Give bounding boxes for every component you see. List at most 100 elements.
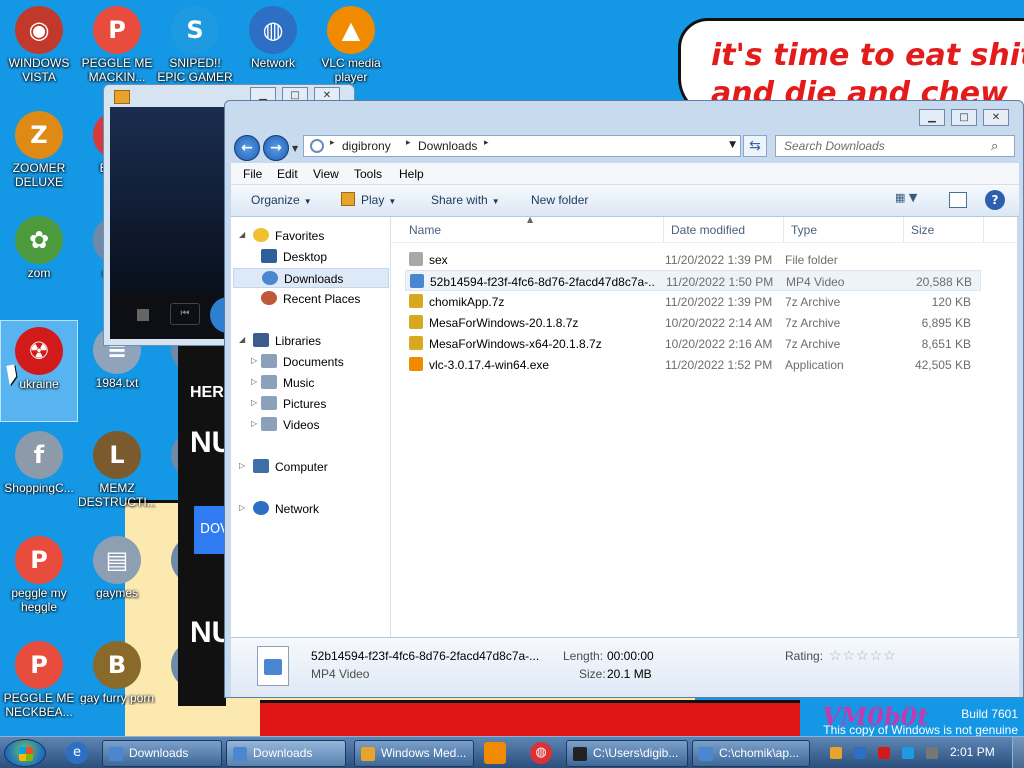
menu-file[interactable]: File (243, 167, 262, 181)
breadcrumb-separator[interactable]: ▸ (330, 138, 335, 148)
column-date-modified[interactable]: Date modified (671, 223, 745, 237)
organize-button[interactable]: Organize ▼ (251, 193, 312, 207)
share-with-button[interactable]: Share with ▼ (431, 193, 500, 207)
desktop-icon-memz[interactable]: L MEMZ DESTRUCTI... (78, 425, 156, 527)
tray-icon[interactable] (926, 747, 938, 759)
breadcrumb-digibrony[interactable]: digibrony (342, 139, 391, 153)
search-icon[interactable]: ⌕ (991, 139, 998, 154)
nav-documents[interactable]: Documents (261, 352, 344, 372)
recent-pages-dropdown[interactable]: ▼ (292, 144, 298, 153)
forward-button[interactable]: → (263, 135, 289, 161)
show-desktop-button[interactable] (1012, 737, 1024, 768)
column-divider[interactable] (783, 217, 784, 243)
taskbar-button[interactable]: C:\chomik\ap... (692, 740, 810, 767)
breadcrumb-downloads[interactable]: Downloads (418, 139, 477, 153)
stop-button[interactable] (137, 309, 149, 321)
collapse-arrow-icon[interactable]: ▷ (251, 356, 257, 365)
desktop-icon-peggle-neck[interactable]: P PEGGLE ME NECKBEA... (0, 635, 78, 736)
details-file-type: MP4 Video (311, 667, 370, 681)
column-name[interactable]: Name (409, 223, 441, 237)
file-row[interactable]: chomikApp.7z 11/20/2022 1:39 PM 7z Archive… (405, 291, 981, 312)
expand-arrow-icon[interactable]: ◢ (239, 230, 245, 239)
nav-pictures[interactable]: Pictures (261, 394, 326, 414)
breadcrumb-separator[interactable]: ▸ (406, 138, 411, 148)
collapse-arrow-icon[interactable]: ▷ (251, 398, 257, 407)
nav-downloads[interactable]: Downloads (233, 268, 389, 288)
column-divider[interactable] (903, 217, 904, 243)
file-list[interactable]: Name ▲ Date modified Type Size sex 11/20/… (391, 215, 1017, 637)
tray-icon[interactable] (878, 747, 890, 759)
file-row[interactable]: MesaForWindows-x64-20.1.8.7z 10/20/2022 2… (405, 333, 981, 354)
menu-view[interactable]: View (313, 167, 339, 181)
collapse-arrow-icon[interactable]: ▷ (251, 377, 257, 386)
start-button[interactable] (4, 739, 46, 767)
nav-network[interactable]: Network (253, 499, 319, 519)
taskbar-button[interactable]: Windows Med... (354, 740, 474, 767)
desktop-icon-gay-furry[interactable]: Bgay furry porn (78, 635, 156, 736)
column-size[interactable]: Size (911, 223, 934, 237)
paint-icon[interactable] (484, 742, 506, 764)
internet-explorer-icon[interactable]: e (66, 742, 88, 764)
nav-music[interactable]: Music (261, 373, 314, 393)
collapse-arrow-icon[interactable]: ▷ (239, 461, 245, 470)
file-row[interactable]: vlc-3.0.17.4-win64.exe 11/20/2022 1:52 PM… (405, 354, 981, 375)
close-button[interactable]: ✕ (983, 109, 1009, 126)
breadcrumb-separator[interactable]: ▸ (484, 138, 489, 148)
nav-desktop[interactable]: Desktop (261, 247, 327, 267)
menu-help[interactable]: Help (399, 167, 424, 181)
previous-button[interactable]: ⏮ (170, 303, 200, 325)
chrome-icon[interactable]: ◍ (530, 742, 552, 764)
expand-arrow-icon[interactable]: ◢ (239, 335, 245, 344)
search-input[interactable]: Search Downloads (775, 135, 1015, 157)
nav-favorites[interactable]: Favorites (253, 226, 324, 246)
address-bar[interactable]: ▸ digibrony ▸ Downloads ▸ ▼ (303, 135, 741, 157)
wallpaper-red-shape (260, 700, 800, 736)
rating-stars[interactable]: ☆☆☆☆☆ (829, 647, 897, 664)
desktop-icon-peggle-heggle[interactable]: Ppeggle my heggle (0, 530, 78, 632)
nav-computer[interactable]: Computer (253, 457, 328, 477)
tray-icon[interactable] (902, 747, 914, 759)
desktop-icon-gaymes[interactable]: ▤ gaymes (78, 530, 156, 632)
clock[interactable]: 2:01 PM (950, 745, 995, 759)
explorer-window[interactable]: ▁ □ ✕ ← → ▼ ▸ digibrony ▸ Downloads ▸ ▼ … (224, 100, 1024, 698)
menu-tools[interactable]: Tools (354, 167, 382, 181)
menu-edit[interactable]: Edit (277, 167, 298, 181)
desktop-icon-shopping[interactable]: f ShoppingC... (0, 425, 78, 527)
new-folder-button[interactable]: New folder (531, 193, 588, 207)
tray-icon[interactable] (854, 747, 866, 759)
back-button[interactable]: ← (234, 135, 260, 161)
column-divider[interactable] (983, 217, 984, 243)
collapse-arrow-icon[interactable]: ▷ (251, 419, 257, 428)
nav-recent-places[interactable]: Recent Places (261, 289, 360, 309)
gay-furry-icon: B (93, 641, 141, 689)
column-type[interactable]: Type (791, 223, 817, 237)
details-pane: 52b14594-f23f-4fc6-8d76-2facd47d8c7a-...… (231, 637, 1019, 697)
background-browser-window[interactable]: HER NU DOV NU (178, 346, 234, 706)
taskbar-button[interactable]: Downloads (226, 740, 346, 767)
refresh-button[interactable]: ⇆ (743, 135, 767, 157)
tray-icon[interactable] (830, 747, 842, 759)
maximize-button[interactable]: □ (951, 109, 977, 126)
nav-recent-label: Recent Places (283, 292, 361, 306)
play-button[interactable]: Play ▼ (341, 192, 396, 207)
chevron-down-icon: ▼ (388, 197, 397, 206)
minimize-button[interactable]: ▁ (919, 109, 945, 126)
file-row[interactable]: sex 11/20/2022 1:39 PM File folder (405, 249, 981, 270)
column-divider[interactable] (663, 217, 664, 243)
change-view-button[interactable]: ▦ ▼ (895, 191, 935, 211)
nav-libraries[interactable]: Libraries (253, 331, 321, 351)
file-row[interactable]: 52b14594-f23f-4fc6-8d76-2facd47d8c7a-...… (405, 270, 981, 291)
desktop[interactable]: it's time to eat shit and die and chew V… (0, 0, 1024, 736)
file-row[interactable]: MesaForWindows-20.1.8.7z 10/20/2022 2:14 … (405, 312, 981, 333)
nav-videos[interactable]: Videos (261, 415, 319, 435)
address-dropdown[interactable]: ▼ (729, 140, 736, 150)
preview-pane-icon[interactable] (949, 192, 967, 208)
help-icon[interactable]: ? (985, 190, 1005, 210)
desktop-icon-windows-vista[interactable]: ◉ WINDOWS VISTA (0, 0, 78, 102)
taskbar-button[interactable]: C:\Users\digib... (566, 740, 688, 767)
taskbar-button[interactable]: Downloads (102, 740, 222, 767)
collapse-arrow-icon[interactable]: ▷ (239, 503, 245, 512)
computer-icon (253, 459, 269, 473)
desktop-icon-zom[interactable]: ✿ zom (0, 210, 78, 312)
desktop-icon-zoomer[interactable]: Z ZOOMER DELUXE (0, 105, 78, 207)
